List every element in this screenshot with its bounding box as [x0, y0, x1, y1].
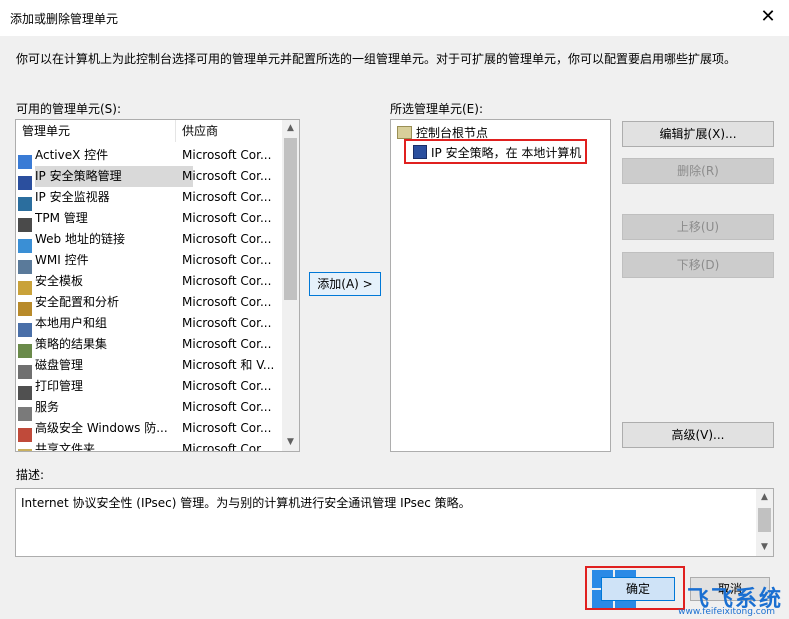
scroll-down-icon[interactable]: ▼: [282, 434, 299, 451]
selected-tree[interactable]: 控制台根节点 IP 安全策略，在 本地计算机: [390, 119, 611, 452]
highlight-box: [404, 139, 587, 164]
list-item-vendor: Microsoft Cor...: [182, 316, 272, 330]
edit-extensions-button[interactable]: 编辑扩展(X)...: [622, 121, 774, 147]
list-item-vendor: Microsoft Cor...: [182, 295, 272, 309]
description-scrollbar[interactable]: ▲ ▼: [756, 489, 773, 556]
list-item-vendor: Microsoft Cor...: [182, 232, 272, 246]
window-title: 添加或删除管理单元: [10, 12, 119, 26]
list-item-vendor: Microsoft Cor...: [182, 421, 272, 435]
add-button[interactable]: 添加(A) >: [309, 272, 381, 296]
list-item[interactable]: WMI 控件 Microsoft Cor...: [18, 250, 271, 274]
list-item[interactable]: 共享文件夹 Microsoft Cor...: [18, 439, 271, 452]
list-item[interactable]: ActiveX 控件 Microsoft Cor...: [18, 145, 271, 169]
list-item[interactable]: 高级安全 Windows 防... Microsoft Cor...: [18, 418, 271, 442]
description-label: 描述:: [16, 468, 45, 482]
available-label: 可用的管理单元(S):: [16, 102, 122, 116]
list-item-name: IP 安全监视器: [35, 190, 110, 204]
intro-text: 你可以在计算机上为此控制台选择可用的管理单元并配置所选的一组管理单元。对于可扩展…: [16, 52, 737, 66]
column-header-vendor[interactable]: 供应商: [176, 120, 284, 142]
tree-root-label: 控制台根节点: [416, 126, 489, 140]
desc-scroll-up-icon[interactable]: ▲: [756, 489, 773, 506]
list-item-name: TPM 管理: [35, 211, 88, 225]
list-item-vendor: Microsoft Cor...: [182, 442, 272, 452]
list-item-name: 高级安全 Windows 防...: [35, 421, 168, 435]
list-item[interactable]: 安全配置和分析 Microsoft Cor...: [18, 292, 271, 316]
list-item-vendor: Microsoft Cor...: [182, 169, 272, 183]
list-item-vendor: Microsoft Cor...: [182, 400, 272, 414]
list-item[interactable]: 服务 Microsoft Cor...: [18, 397, 271, 421]
list-item-name: 策略的结果集: [35, 337, 108, 351]
list-item-name: 共享文件夹: [35, 442, 96, 452]
list-item-vendor: Microsoft Cor...: [182, 253, 272, 267]
folder-icon: [397, 126, 412, 139]
watermark-url: www.feifeixitong.com: [678, 607, 775, 617]
list-item-name: 服务: [35, 400, 60, 414]
scroll-up-icon[interactable]: ▲: [282, 120, 299, 137]
list-item-name: Web 地址的链接: [35, 232, 125, 246]
ok-highlight-box: [585, 566, 685, 610]
list-item-name: IP 安全策略管理: [35, 166, 193, 187]
desc-scroll-thumb[interactable]: [758, 508, 771, 532]
list-item-vendor: Microsoft Cor...: [182, 148, 272, 162]
column-header-name[interactable]: 管理单元: [16, 120, 176, 142]
desc-scroll-down-icon[interactable]: ▼: [756, 539, 773, 556]
available-list[interactable]: 管理单元 供应商 ActiveX 控件 Microsoft Cor... IP 安全…: [15, 119, 300, 452]
available-scrollbar[interactable]: ▲ ▼: [282, 120, 299, 451]
list-item[interactable]: 本地用户和组 Microsoft Cor...: [18, 313, 271, 337]
list-item[interactable]: IP 安全策略管理 Microsoft Cor...: [18, 166, 271, 190]
list-item-vendor: Microsoft Cor...: [182, 337, 272, 351]
list-item[interactable]: 安全模板 Microsoft Cor...: [18, 271, 271, 295]
list-item-vendor: Microsoft Cor...: [182, 211, 272, 225]
list-item-name: 本地用户和组: [35, 316, 108, 330]
list-item-name: ActiveX 控件: [35, 148, 109, 162]
remove-button[interactable]: 删除(R): [622, 158, 774, 184]
move-down-button[interactable]: 下移(D): [622, 252, 774, 278]
scroll-thumb[interactable]: [284, 138, 297, 300]
close-icon[interactable]: ✕: [755, 4, 781, 30]
description-box: Internet 协议安全性 (IPsec) 管理。为与别的计算机进行安全通讯管…: [15, 488, 774, 557]
list-item-vendor: Microsoft Cor...: [182, 379, 272, 393]
list-item-name: 安全配置和分析: [35, 295, 120, 309]
list-item-vendor: Microsoft Cor...: [182, 274, 272, 288]
list-item-name: 安全模板: [35, 274, 84, 288]
list-item-vendor: Microsoft Cor...: [182, 190, 272, 204]
list-item-name: 打印管理: [35, 379, 84, 393]
title-bar: 添加或删除管理单元 ✕: [0, 0, 789, 36]
move-up-button[interactable]: 上移(U): [622, 214, 774, 240]
list-item[interactable]: TPM 管理 Microsoft Cor...: [18, 208, 271, 232]
list-item-name: 磁盘管理: [35, 358, 84, 372]
description-text: Internet 协议安全性 (IPsec) 管理。为与别的计算机进行安全通讯管…: [21, 496, 471, 510]
advanced-button[interactable]: 高级(V)...: [622, 422, 774, 448]
selected-label: 所选管理单元(E):: [390, 102, 483, 116]
list-item[interactable]: 磁盘管理 Microsoft 和 V...: [18, 355, 274, 379]
list-item[interactable]: Web 地址的链接 Microsoft Cor...: [18, 229, 271, 253]
list-item-name: WMI 控件: [35, 253, 89, 267]
list-item[interactable]: IP 安全监视器 Microsoft Cor...: [18, 187, 271, 211]
list-item-vendor: Microsoft 和 V...: [182, 358, 275, 372]
shared-folder-icon: [18, 449, 32, 451]
list-item[interactable]: 打印管理 Microsoft Cor...: [18, 376, 271, 400]
list-item[interactable]: 策略的结果集 Microsoft Cor...: [18, 334, 271, 358]
